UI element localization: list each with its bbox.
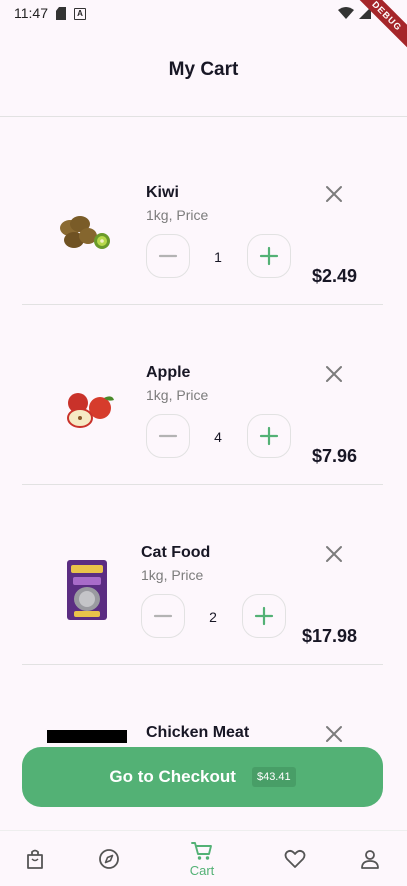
nav-item-shop[interactable] — [5, 831, 65, 886]
account-icon — [361, 850, 379, 869]
minus-icon — [158, 254, 178, 258]
status-icons-right — [338, 7, 371, 19]
shop-icon — [27, 849, 43, 869]
plus-icon — [259, 426, 279, 446]
cart-item: Cat Food 1kg, Price 2 $17.98 — [0, 485, 407, 665]
item-subtitle: 1kg, Price — [146, 207, 209, 223]
increase-quantity-button[interactable] — [247, 234, 291, 278]
quantity-value: 4 — [214, 429, 222, 445]
item-name: Apple — [146, 364, 191, 381]
minus-icon — [153, 614, 173, 618]
wifi-icon — [338, 7, 354, 19]
item-name: Cat Food — [141, 544, 211, 561]
quantity-value: 2 — [209, 609, 217, 625]
status-time: 11:47 — [14, 5, 48, 21]
increase-quantity-button[interactable] — [242, 594, 286, 638]
item-price: $17.98 — [301, 626, 357, 646]
plus-icon — [259, 246, 279, 266]
checkout-label: Go to Checkout — [109, 767, 236, 786]
plus-icon — [254, 606, 274, 626]
kiwi-image — [56, 210, 112, 259]
decrease-quantity-button[interactable] — [141, 594, 185, 638]
page-title: My Cart — [168, 59, 239, 80]
favourite-icon — [284, 849, 306, 868]
cart-item: Kiwi 1kg, Price 1 $2.49 — [0, 125, 407, 305]
nav-item-favourite[interactable] — [265, 831, 325, 886]
decrease-quantity-button[interactable] — [146, 414, 190, 458]
redacted-image — [47, 730, 127, 743]
remove-item-button[interactable] — [322, 182, 346, 206]
cart-icon — [191, 841, 212, 860]
remove-item-button[interactable] — [322, 362, 346, 386]
bottom-nav: Cart — [0, 830, 407, 886]
apple-image — [64, 390, 116, 435]
cat-food-image — [66, 559, 108, 626]
sd-card-icon — [56, 7, 66, 20]
increase-quantity-button[interactable] — [247, 414, 291, 458]
item-price: $2.49 — [311, 266, 357, 286]
status-icons-left: A — [56, 7, 86, 20]
item-price: $7.96 — [311, 446, 357, 466]
item-name: Kiwi — [146, 184, 179, 201]
status-bar: 11:47 A DEBUG — [0, 0, 407, 53]
close-icon — [326, 366, 342, 382]
item-name: Chicken Meat — [146, 724, 250, 741]
remove-item-button[interactable] — [322, 542, 346, 566]
close-icon — [326, 186, 342, 202]
quantity-value: 1 — [214, 249, 222, 265]
checkout-button[interactable]: Go to Checkout $43.41 — [22, 747, 383, 807]
checkout-total-badge: $43.41 — [251, 767, 296, 787]
header: My Cart — [0, 30, 407, 117]
notification-a-icon: A — [74, 7, 86, 20]
item-subtitle: 1kg, Price — [146, 387, 209, 403]
decrease-quantity-button[interactable] — [146, 234, 190, 278]
nav-label-cart: Cart — [189, 862, 215, 878]
nav-item-account[interactable] — [340, 831, 400, 886]
minus-icon — [158, 434, 178, 438]
remove-item-button[interactable] — [322, 722, 346, 746]
explore-icon — [99, 849, 119, 869]
close-icon — [326, 546, 342, 562]
nav-item-cart[interactable]: Cart — [172, 831, 232, 886]
close-icon — [326, 726, 342, 742]
cart-item: Apple 1kg, Price 4 $7.96 — [0, 305, 407, 485]
item-subtitle: 1kg, Price — [141, 567, 204, 583]
nav-item-explore[interactable] — [79, 831, 139, 886]
